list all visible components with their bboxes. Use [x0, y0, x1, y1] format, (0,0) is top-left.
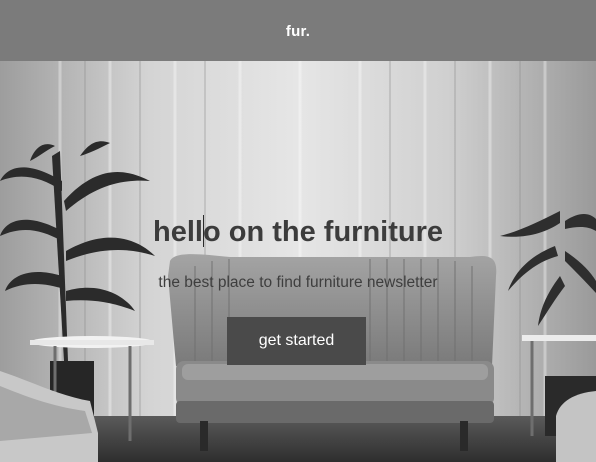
get-started-button[interactable]: get started	[227, 317, 366, 365]
hero-section: hello on the furniture the best place to…	[0, 61, 596, 462]
headline-text-start: hell	[153, 216, 203, 248]
landing-page: fur. hello on the furniture the best pla…	[0, 0, 596, 462]
brand-logo[interactable]: fur.	[286, 23, 310, 40]
top-navbar: fur.	[0, 0, 596, 61]
hero-background-photo	[0, 61, 596, 462]
headline-text-end: o on the furniture	[202, 216, 443, 248]
hero-subheadline: the best place to find furniture newslet…	[158, 274, 438, 291]
hero-headline: hello on the furniture	[0, 215, 596, 249]
